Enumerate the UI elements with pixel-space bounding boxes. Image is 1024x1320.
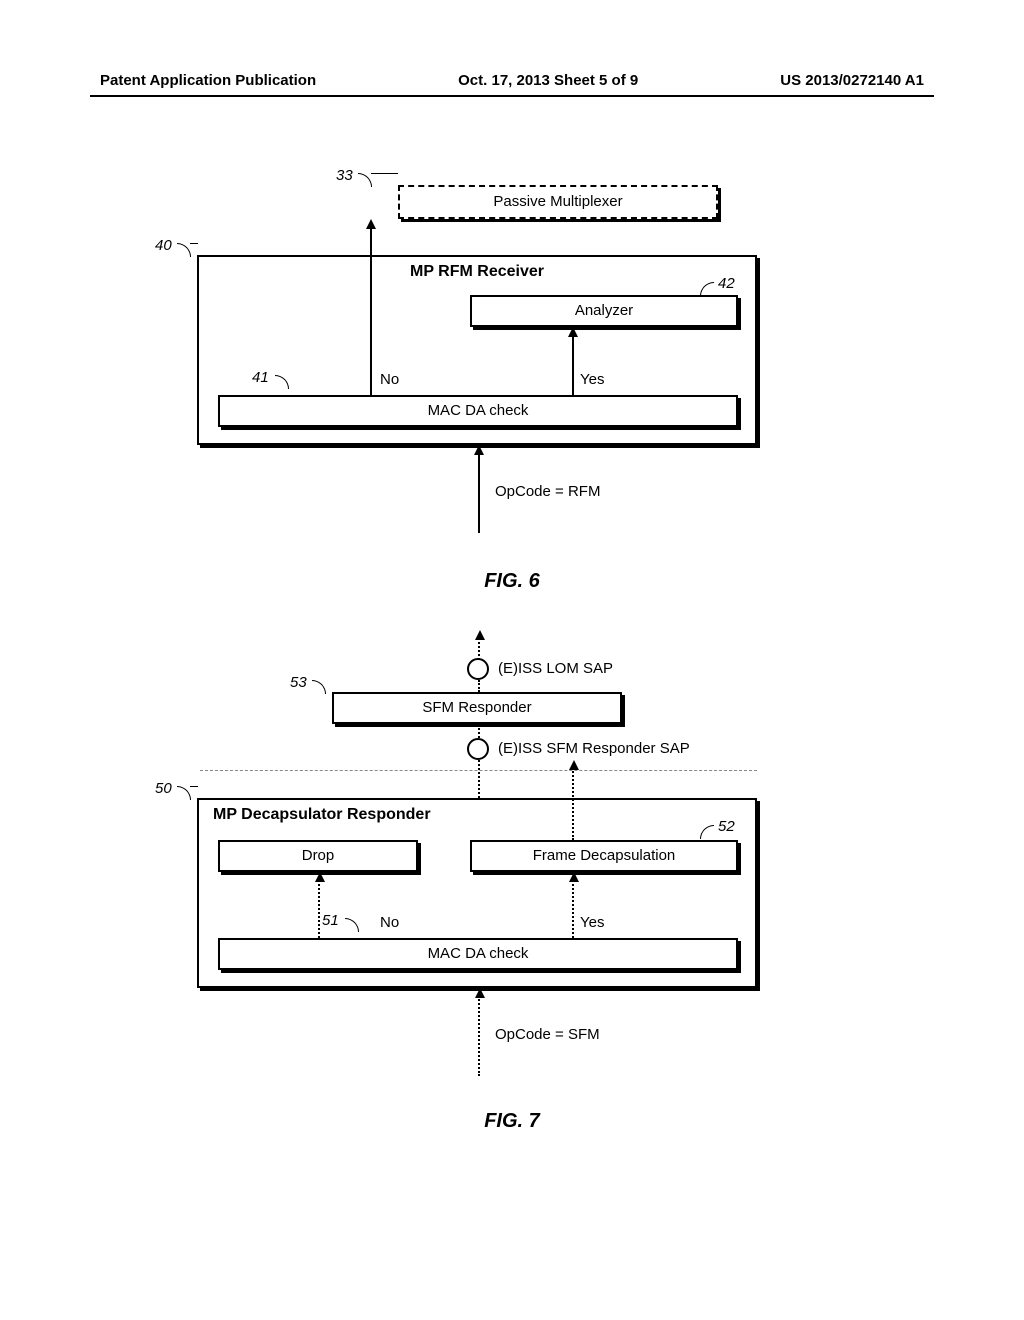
analyzer-box: Analyzer bbox=[470, 295, 738, 327]
ref-41: 41 bbox=[252, 369, 269, 386]
analyzer-label: Analyzer bbox=[575, 302, 633, 319]
drop-label: Drop bbox=[302, 847, 335, 864]
drop-box: Drop bbox=[218, 840, 418, 872]
sfm-responder-label: SFM Responder bbox=[422, 699, 531, 716]
fig7-caption: FIG. 7 bbox=[0, 1110, 1024, 1133]
leader-50-line bbox=[190, 786, 198, 787]
mac-da-check-label-7: MAC DA check bbox=[428, 945, 529, 962]
mac-da-check-label-6: MAC DA check bbox=[428, 402, 529, 419]
header-center: Oct. 17, 2013 Sheet 5 of 9 bbox=[458, 72, 638, 89]
fig6-caption: FIG. 6 bbox=[0, 570, 1024, 593]
yes-label-6: Yes bbox=[580, 371, 604, 388]
lom-sap-label: (E)ISS LOM SAP bbox=[498, 660, 613, 677]
leader-53 bbox=[312, 680, 326, 694]
ref-40: 40 bbox=[155, 237, 172, 254]
arrow-yes-6 bbox=[572, 335, 574, 395]
ref-33: 33 bbox=[336, 167, 353, 184]
lom-sap-circle bbox=[467, 658, 489, 680]
resp-sap-stem-top bbox=[478, 724, 480, 738]
yes-label-7: Yes bbox=[580, 914, 604, 931]
arrow-decap-to-sap bbox=[572, 768, 574, 840]
header-rule bbox=[90, 95, 934, 97]
leader-50 bbox=[177, 786, 191, 800]
leader-40 bbox=[177, 243, 191, 257]
ref-52: 52 bbox=[718, 818, 735, 835]
leader-33-line bbox=[371, 173, 398, 174]
arrow-lom-sap bbox=[478, 638, 480, 660]
arrow-opcode-7 bbox=[478, 996, 480, 1076]
leader-40-line bbox=[190, 243, 198, 244]
arrow-no-6 bbox=[370, 227, 372, 395]
lom-sap-stem bbox=[478, 680, 480, 692]
passive-multiplexer-label: Passive Multiplexer bbox=[493, 193, 622, 210]
opcode-label-7: OpCode = SFM bbox=[495, 1026, 600, 1043]
arrow-no-7 bbox=[318, 880, 320, 938]
mac-da-check-box-6: MAC DA check bbox=[218, 395, 738, 427]
ref-50: 50 bbox=[155, 780, 172, 797]
ref-42: 42 bbox=[718, 275, 735, 292]
header-left: Patent Application Publication bbox=[100, 72, 316, 89]
leader-33 bbox=[358, 173, 372, 187]
figure-7: (E)ISS LOM SAP SFM Responder 53 (E)ISS S… bbox=[0, 630, 1024, 1140]
ref-53: 53 bbox=[290, 674, 307, 691]
no-label-7: No bbox=[380, 914, 399, 931]
ref-51: 51 bbox=[322, 912, 339, 929]
figure-6: Passive Multiplexer 33 MP RFM Receiver 4… bbox=[0, 175, 1024, 605]
resp-sap-circle bbox=[467, 738, 489, 760]
resp-sap-stem-bot bbox=[478, 760, 480, 798]
frame-decap-box: Frame Decapsulation bbox=[470, 840, 738, 872]
passive-multiplexer-box: Passive Multiplexer bbox=[398, 185, 718, 219]
resp-sap-label: (E)ISS SFM Responder SAP bbox=[498, 740, 690, 757]
mac-da-check-box-7: MAC DA check bbox=[218, 938, 738, 970]
header-right: US 2013/0272140 A1 bbox=[780, 72, 924, 89]
arrow-yes-7 bbox=[572, 880, 574, 938]
mp-rfm-receiver-title: MP RFM Receiver bbox=[199, 257, 755, 281]
opcode-label-6: OpCode = RFM bbox=[495, 483, 600, 500]
arrow-opcode-6 bbox=[478, 453, 480, 533]
page-header: Patent Application Publication Oct. 17, … bbox=[0, 72, 1024, 89]
frame-decap-label: Frame Decapsulation bbox=[533, 847, 676, 864]
sfm-responder-box: SFM Responder bbox=[332, 692, 622, 724]
no-label-6: No bbox=[380, 371, 399, 388]
mp-decap-responder-title: MP Decapsulator Responder bbox=[199, 800, 755, 824]
